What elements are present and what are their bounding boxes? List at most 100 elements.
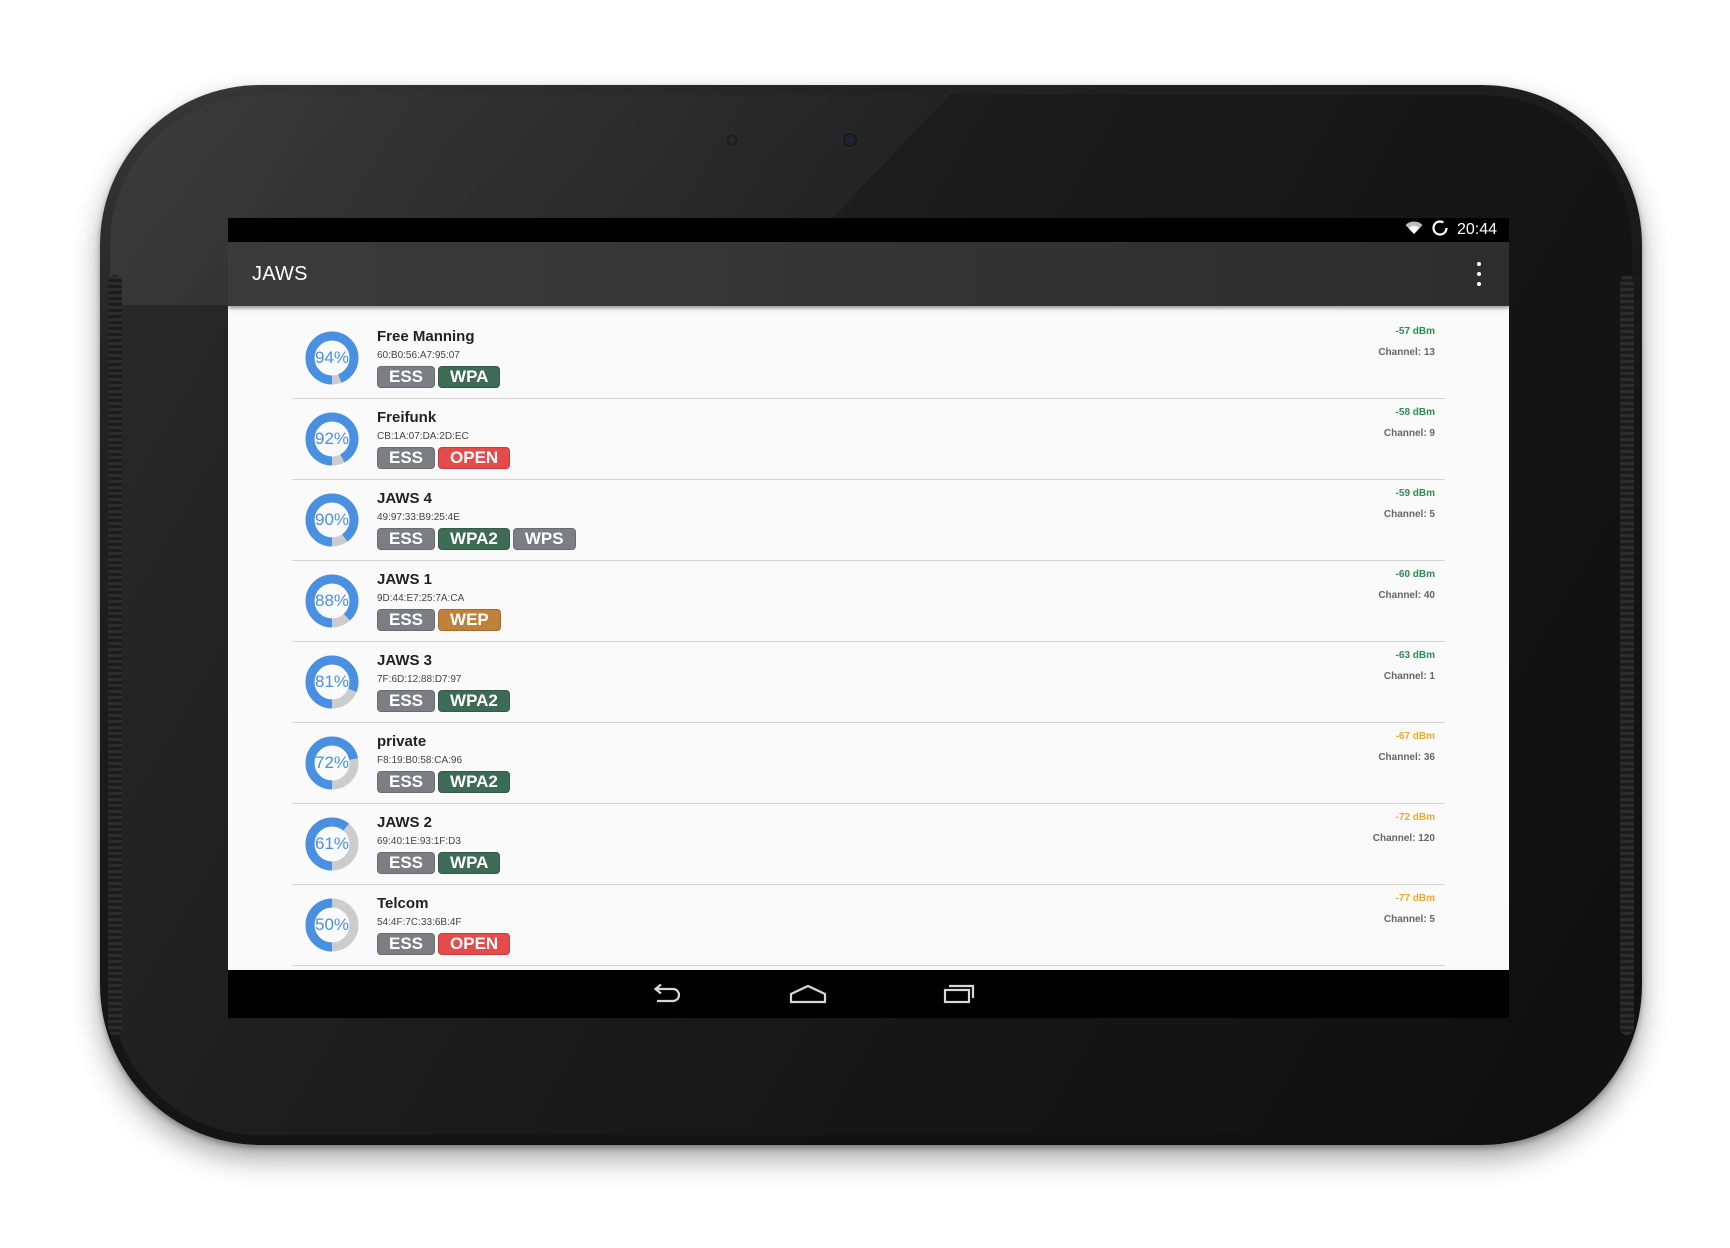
signal-percent: 92%	[314, 429, 350, 448]
network-bssid: 60:B0:56:A7:95:07	[377, 350, 460, 361]
recents-icon[interactable]	[939, 980, 979, 1008]
home-icon[interactable]	[786, 980, 830, 1008]
app-title: JAWS	[252, 262, 308, 285]
badge-wps: WPS	[512, 528, 576, 550]
signal-dbm: -72 dBm	[1395, 812, 1435, 823]
badge-wpa: WPA	[438, 852, 501, 874]
signal-percent: 88%	[314, 591, 350, 610]
badge-ess: ESS	[377, 366, 436, 388]
signal-percent: 94%	[314, 348, 350, 367]
speaker-grille-left	[108, 275, 122, 1035]
wifi-icon	[1405, 220, 1423, 240]
sync-icon	[1431, 219, 1449, 242]
signal-percent: 72%	[314, 753, 350, 772]
signal-strength-ring: 61%	[300, 812, 364, 876]
network-ssid: Freifunk	[377, 409, 437, 426]
badge-wpa2: WPA2	[438, 528, 510, 550]
screen: 20:44 JAWS 94% Free Manning 60:B0:56:A7:95…	[228, 218, 1509, 1018]
badge-ess: ESS	[377, 933, 436, 955]
signal-percent: 50%	[314, 915, 350, 934]
capability-badges: ESS WPA	[377, 366, 501, 388]
status-time: 20:44	[1456, 221, 1497, 238]
signal-dbm: -59 dBm	[1395, 488, 1435, 499]
signal-percent: 90%	[314, 510, 350, 529]
network-bssid: CB:1A:07:DA:2D:EC	[377, 431, 469, 442]
badge-wpa2: WPA2	[438, 690, 510, 712]
network-list-view[interactable]: 94% Free Manning 60:B0:56:A7:95:07 ESS WPA -5…	[228, 306, 1509, 970]
network-bssid: 9D:44:E7:25:7A:CA	[377, 593, 465, 604]
overflow-menu-icon[interactable]	[1473, 262, 1485, 286]
network-ssid: Telcom	[377, 895, 429, 912]
navigation-bar	[228, 970, 1509, 1018]
network-row[interactable]: 72% private F8:19:B0:58:CA:96 ESS WPA2 -67 dB…	[292, 723, 1445, 804]
network-ssid: JAWS 3	[377, 652, 433, 669]
network-channel: Channel: 40	[1378, 590, 1435, 601]
network-bssid: 69:40:1E:93:1F:D3	[377, 836, 461, 847]
signal-dbm: -67 dBm	[1395, 731, 1435, 742]
signal-dbm: -63 dBm	[1395, 650, 1435, 661]
signal-strength-ring: 81%	[300, 650, 364, 714]
light-sensor	[727, 135, 737, 145]
badge-ess: ESS	[377, 447, 436, 469]
capability-badges: ESS OPEN	[377, 447, 511, 469]
back-icon[interactable]	[645, 980, 685, 1008]
action-bar: JAWS	[228, 242, 1509, 306]
signal-percent: 61%	[314, 834, 350, 853]
network-channel: Channel: 36	[1378, 752, 1435, 763]
signal-strength-ring: 92%	[300, 407, 364, 471]
signal-dbm: -60 dBm	[1395, 569, 1435, 580]
capability-badges: ESS OPEN	[377, 933, 511, 955]
network-row[interactable]: 81% JAWS 3 7F:6D:12:88:D7:97 ESS WPA2 -63 dBm…	[292, 642, 1445, 723]
network-ssid: JAWS 1	[377, 571, 433, 588]
network-channel: Channel: 5	[1383, 914, 1435, 925]
badge-ess: ESS	[377, 609, 436, 631]
capability-badges: ESS WPA	[377, 852, 501, 874]
signal-dbm: -57 dBm	[1395, 326, 1435, 337]
network-ssid: JAWS 4	[377, 490, 433, 507]
network-bssid: 54:4F:7C:33:6B:4F	[377, 917, 462, 928]
network-channel: Channel: 120	[1372, 833, 1435, 844]
network-channel: Channel: 9	[1383, 428, 1435, 439]
signal-dbm: -77 dBm	[1395, 893, 1435, 904]
signal-strength-ring: 50%	[300, 893, 364, 957]
network-ssid: Free Manning	[377, 328, 475, 345]
front-camera	[843, 133, 857, 147]
network-row[interactable]: 61% JAWS 2 69:40:1E:93:1F:D3 ESS WPA -72 dBm C…	[292, 804, 1445, 885]
badge-ess: ESS	[377, 528, 436, 550]
network-bssid: 7F:6D:12:88:D7:97	[377, 674, 462, 685]
signal-percent: 81%	[314, 672, 350, 691]
badge-wep: WEP	[438, 609, 501, 631]
network-row[interactable]: 92% Freifunk CB:1A:07:DA:2D:EC ESS OPEN -58 d…	[292, 399, 1445, 480]
badge-ess: ESS	[377, 852, 436, 874]
capability-badges: ESS WPA2 WPS	[377, 528, 576, 550]
badge-open: OPEN	[438, 447, 511, 469]
signal-strength-ring: 90%	[300, 488, 364, 552]
network-channel: Channel: 13	[1378, 347, 1435, 358]
badge-ess: ESS	[377, 690, 436, 712]
capability-badges: ESS WPA2	[377, 690, 510, 712]
network-bssid: 49:97:33:B9:25:4E	[377, 512, 460, 523]
badge-open: OPEN	[438, 933, 511, 955]
status-bar: 20:44	[228, 218, 1509, 242]
network-channel: Channel: 5	[1383, 509, 1435, 520]
network-row[interactable]: 90% JAWS 4 49:97:33:B9:25:4E ESS WPA2 WPS -59 …	[292, 480, 1445, 561]
signal-strength-ring: 72%	[300, 731, 364, 795]
network-row[interactable]: 88% JAWS 1 9D:44:E7:25:7A:CA ESS WEP -60 dBm C…	[292, 561, 1445, 642]
network-channel: Channel: 1	[1383, 671, 1435, 682]
badge-ess: ESS	[377, 771, 436, 793]
badge-wpa2: WPA2	[438, 771, 510, 793]
speaker-grille-right	[1620, 275, 1634, 1035]
network-ssid: private	[377, 733, 427, 750]
tablet-frame: 20:44 JAWS 94% Free Manning 60:B0:56:A7:95…	[100, 85, 1642, 1145]
capability-badges: ESS WPA2	[377, 771, 510, 793]
network-row[interactable]: 50% Telcom 54:4F:7C:33:6B:4F ESS OPEN -77 dBm…	[292, 885, 1445, 966]
network-bssid: F8:19:B0:58:CA:96	[377, 755, 463, 766]
signal-strength-ring: 88%	[300, 569, 364, 633]
network-row[interactable]: 94% Free Manning 60:B0:56:A7:95:07 ESS WPA -5…	[292, 318, 1445, 399]
signal-dbm: -58 dBm	[1395, 407, 1435, 418]
network-ssid: JAWS 2	[377, 814, 433, 831]
network-list: 94% Free Manning 60:B0:56:A7:95:07 ESS WPA -5…	[292, 318, 1445, 966]
capability-badges: ESS WEP	[377, 609, 501, 631]
signal-strength-ring: 94%	[300, 326, 364, 390]
badge-wpa: WPA	[438, 366, 501, 388]
